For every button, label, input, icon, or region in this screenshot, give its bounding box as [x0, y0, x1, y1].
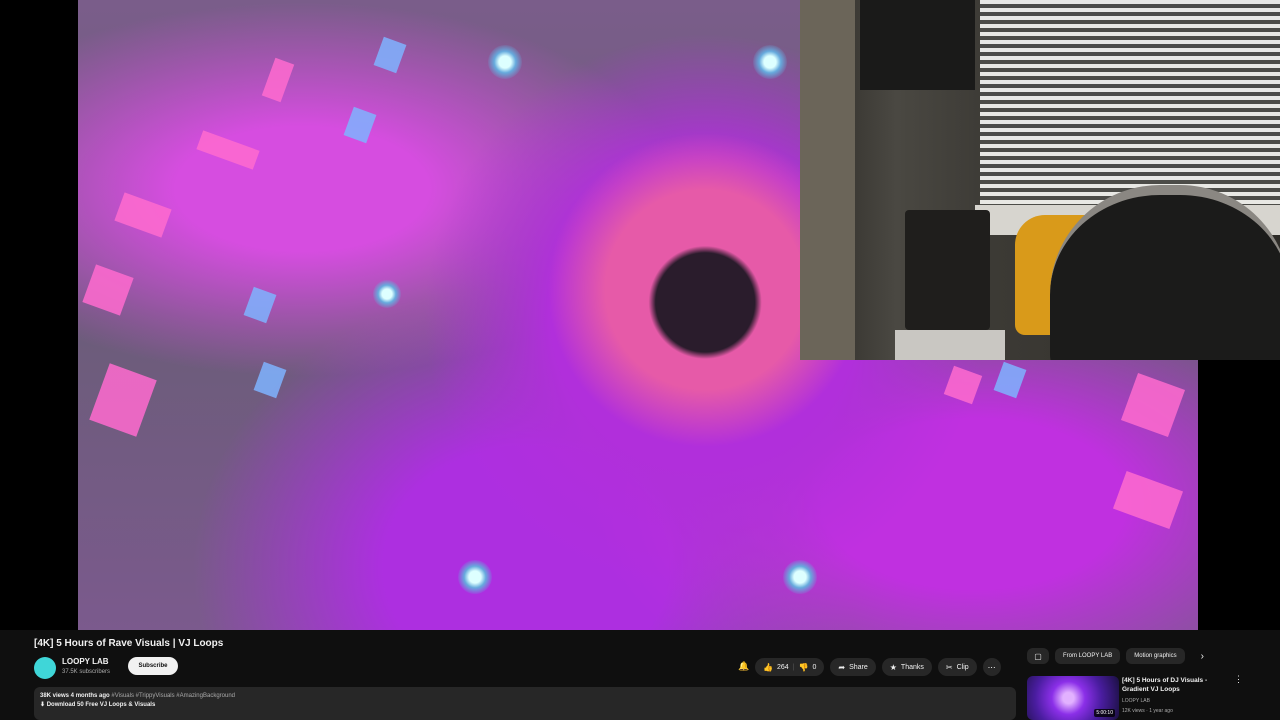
- recommendation-title[interactable]: [4K] 5 Hours of DJ Visuals - Gradient VJ…: [1122, 676, 1222, 694]
- visual-window: [243, 286, 277, 324]
- channel-name[interactable]: LOOPY LAB: [62, 657, 109, 666]
- description-box[interactable]: 38K views 4 months ago #Visuals #TrippyV…: [34, 687, 1016, 720]
- visual-tile: [261, 57, 295, 103]
- thumbs-down-icon[interactable]: 👎: [798, 663, 808, 672]
- recommendation-thumbnail[interactable]: 5:00:10: [1027, 676, 1119, 720]
- more-horiz-icon: ⋯: [987, 662, 996, 672]
- scissors-icon: ✂: [945, 662, 953, 672]
- bell-icon[interactable]: 🔔: [738, 661, 749, 672]
- visual-tile: [82, 264, 134, 316]
- like-count[interactable]: 264: [777, 664, 789, 671]
- visual-window: [993, 361, 1027, 399]
- channel-subscribers: 37.5K subscribers: [62, 669, 111, 675]
- download-link[interactable]: ⬇ Download 50 Free VJ Loops & Visuals: [40, 701, 1010, 708]
- visual-tile: [1112, 470, 1184, 530]
- visual-light: [488, 45, 522, 79]
- webcam-overlay: [800, 0, 1280, 360]
- more-actions-button[interactable]: ⋯: [982, 658, 1001, 676]
- share-button[interactable]: ➦ Share: [830, 658, 876, 676]
- share-label: Share: [849, 663, 868, 671]
- recommendation-duration: 5:00:10: [1094, 709, 1115, 717]
- visual-tile: [89, 363, 157, 437]
- chip-motion-graphics[interactable]: Motion graphics: [1126, 648, 1185, 664]
- webcam-speaker: [905, 210, 990, 330]
- subscribe-button[interactable]: Subscribe: [128, 657, 178, 675]
- visual-window: [343, 106, 377, 144]
- thumbs-up-icon[interactable]: 👍: [763, 663, 773, 672]
- visual-tile: [196, 130, 260, 170]
- chevron-right-icon[interactable]: ›: [1201, 651, 1204, 662]
- like-divider: |: [792, 663, 795, 671]
- action-bar: 👍 264 | 👎 0 ➦ Share ★ Thanks ✂ Clip ⋯: [755, 658, 1001, 676]
- dislike-count[interactable]: 0: [812, 664, 816, 671]
- share-icon: ➦: [838, 662, 846, 672]
- visual-light: [458, 560, 492, 594]
- visual-window: [253, 361, 287, 399]
- recommendation-meta: 12K views · 1 year ago: [1122, 708, 1173, 714]
- webcam-desk: [895, 330, 1005, 360]
- visual-window: [373, 36, 407, 74]
- thanks-button[interactable]: ★ Thanks: [881, 658, 932, 676]
- all-chip[interactable]: ▢: [1027, 648, 1049, 664]
- channel-avatar[interactable]: [34, 657, 56, 679]
- all-icon: ▢: [1034, 651, 1042, 661]
- thanks-label: Thanks: [900, 663, 924, 671]
- webcam-window-blinds: [980, 0, 1280, 215]
- visual-tile: [943, 365, 983, 405]
- visual-light: [753, 45, 787, 79]
- clip-button[interactable]: ✂ Clip: [937, 658, 977, 676]
- visual-light: [783, 560, 817, 594]
- visual-tile: [114, 192, 172, 238]
- clip-label: Clip: [956, 663, 969, 671]
- like-dislike-group: 👍 264 | 👎 0: [755, 658, 825, 676]
- view-count-date: 38K views 4 months ago: [40, 693, 110, 699]
- description-meta: 38K views 4 months ago #Visuals #TrippyV…: [40, 693, 1010, 699]
- webcam-door: [800, 0, 855, 360]
- recommendation-channel[interactable]: LOOPY LAB: [1122, 698, 1150, 704]
- chip-from-channel[interactable]: From LOOPY LAB: [1055, 648, 1121, 664]
- video-info-bar: [4K] 5 Hours of Rave Visuals | VJ Loops …: [0, 630, 1280, 720]
- webcam-monitor: [860, 0, 975, 90]
- thanks-icon: ★: [889, 662, 897, 672]
- hashtags[interactable]: #Visuals #TrippyVisuals #AmazingBackgrou…: [111, 693, 235, 699]
- sidebar-chips: ▢ From LOOPY LAB Motion graphics ›: [1027, 648, 1204, 664]
- visual-light: [373, 280, 401, 308]
- visual-tile: [1120, 372, 1186, 438]
- more-vert-icon[interactable]: ⋮: [1234, 674, 1243, 685]
- video-title: [4K] 5 Hours of Rave Visuals | VJ Loops: [34, 638, 224, 649]
